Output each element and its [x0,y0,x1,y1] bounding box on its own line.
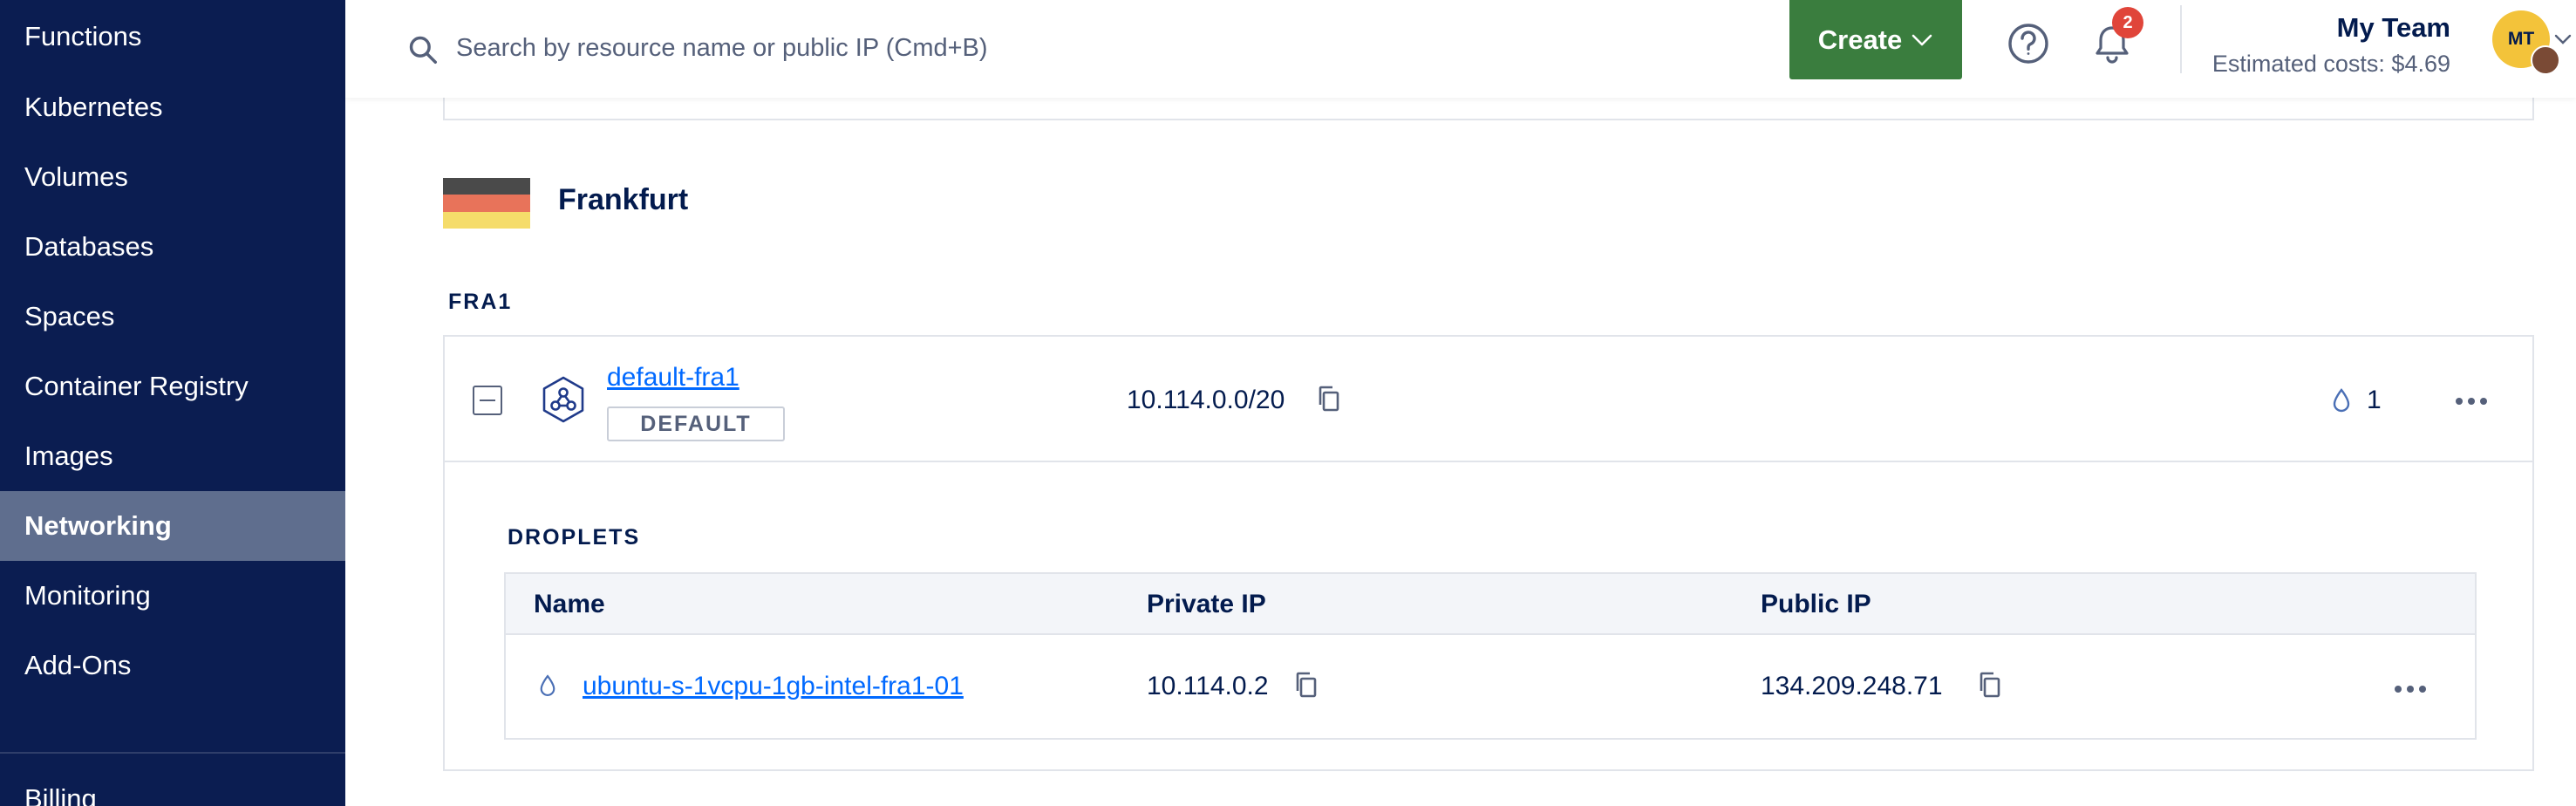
vpc-resource-count: 1 [2367,386,2382,414]
flag-stripe-top [443,178,530,195]
region-code: FRA1 [448,290,513,314]
default-badge: DEFAULT [607,406,785,441]
sidebar: Functions Kubernetes Volumes Databases S… [0,0,345,806]
top-bar: Create 2 My Team Estimated costs: $4.69 … [345,0,2576,98]
collapse-toggle[interactable] [473,386,502,415]
create-button[interactable]: Create [1789,0,1962,79]
droplet-public-ip: 134.209.248.71 [1761,672,1943,700]
copy-icon[interactable] [1315,384,1343,413]
sidebar-item-spaces[interactable]: Spaces [0,282,345,352]
copy-public-ip-icon[interactable] [1976,670,2004,700]
team-name[interactable]: My Team [2337,12,2450,44]
notification-badge: 2 [2112,7,2143,38]
vpc-header-divider [443,461,2534,462]
sidebar-item-databases[interactable]: Databases [0,212,345,282]
sidebar-item-container-registry[interactable]: Container Registry [0,352,345,421]
sidebar-item-images[interactable]: Images [0,421,345,491]
topbar-divider [2180,5,2182,73]
column-header-public-ip[interactable]: Public IP [1761,590,1871,619]
sidebar-item-billing[interactable]: Billing [0,764,345,806]
help-icon[interactable] [2006,21,2051,66]
droplet-name-link[interactable]: ubuntu-s-1vcpu-1gb-intel-fra1-01 [583,672,964,701]
droplet-more-options-icon[interactable] [2393,684,2428,694]
droplets-section-title: DROPLETS [508,525,641,550]
droplet-icon [2333,388,2350,413]
vpc-name-link[interactable]: default-fra1 [607,363,739,393]
droplet-private-ip: 10.114.0.2 [1147,672,1269,700]
droplets-table-header [506,574,2475,635]
sidebar-item-kubernetes[interactable]: Kubernetes [0,72,345,142]
column-header-name[interactable]: Name [534,590,605,619]
flag-stripe-bottom [443,211,530,229]
chevron-down-icon [1912,34,1932,45]
flag-stripe-middle [443,195,530,212]
sidebar-item-volumes[interactable]: Volumes [0,142,345,212]
sidebar-item-functions[interactable]: Functions [0,2,345,72]
user-photo-icon [2531,45,2560,75]
account-chevron-down-icon[interactable] [2553,31,2573,47]
vpc-ip-range: 10.114.0.0/20 [1127,386,1285,414]
column-header-private-ip[interactable]: Private IP [1147,590,1266,619]
sidebar-item-networking[interactable]: Networking [0,491,345,561]
sidebar-item-monitoring[interactable]: Monitoring [0,561,345,631]
sidebar-divider [0,752,345,754]
region-name: Frankfurt [558,183,689,216]
vpc-network-icon [542,376,584,423]
create-button-label: Create [1817,24,1903,55]
search-input[interactable] [454,23,1155,73]
droplet-row-icon [540,674,555,696]
search-icon [409,36,437,64]
sidebar-item-add-ons[interactable]: Add-Ons [0,631,345,700]
estimated-costs: Estimated costs: $4.69 [2211,51,2450,77]
more-options-icon[interactable] [2454,396,2489,406]
copy-private-ip-icon[interactable] [1292,670,1320,700]
germany-flag-icon [443,178,530,229]
